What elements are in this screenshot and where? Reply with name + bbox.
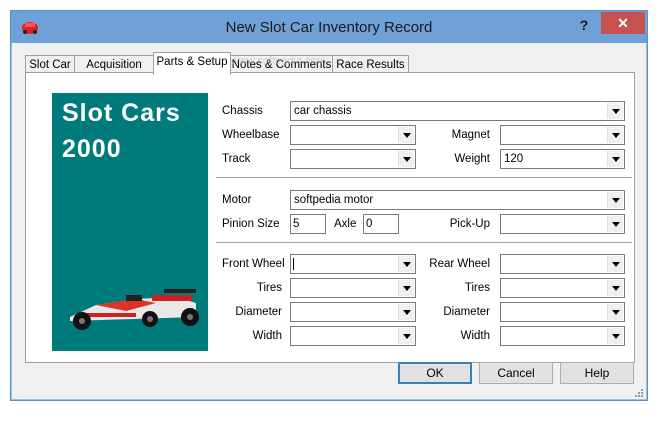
- motor-label: Motor: [222, 194, 252, 206]
- front-wheel-label: Front Wheel: [222, 258, 285, 270]
- rear-width-combo[interactable]: [500, 326, 625, 346]
- ok-button[interactable]: OK: [398, 362, 472, 384]
- pick-up-combo[interactable]: [500, 214, 625, 234]
- chevron-down-icon[interactable]: [398, 151, 414, 167]
- front-width-combo[interactable]: [290, 326, 416, 346]
- front-wheel-combo[interactable]: [290, 254, 416, 274]
- chassis-label: Chassis: [222, 105, 263, 117]
- help-button[interactable]: Help: [560, 362, 634, 384]
- chevron-down-icon[interactable]: [398, 127, 414, 143]
- text-caret: [293, 258, 294, 270]
- rear-diameter-label: Diameter: [443, 306, 490, 318]
- resize-grip-icon[interactable]: [633, 387, 643, 397]
- race-car-image: [70, 289, 199, 330]
- magnet-label: Magnet: [451, 129, 490, 141]
- chevron-down-icon[interactable]: [607, 280, 623, 296]
- magnet-combo[interactable]: [500, 125, 625, 145]
- title-bar[interactable]: New Slot Car Inventory Record ? ✕: [11, 11, 647, 43]
- rear-wheel-combo[interactable]: [500, 254, 625, 274]
- track-label: Track: [222, 153, 251, 165]
- rear-width-label: Width: [460, 330, 490, 342]
- wheelbase-label: Wheelbase: [222, 129, 280, 141]
- parts-setup-panel: Slot Cars 2000 Chassis car chassis Wheel…: [25, 72, 635, 363]
- dialog-window: New Slot Car Inventory Record ? ✕ Slot C…: [10, 10, 648, 401]
- chevron-down-icon[interactable]: [607, 192, 623, 208]
- front-diameter-combo[interactable]: [290, 302, 416, 322]
- chevron-down-icon[interactable]: [398, 280, 414, 296]
- chevron-down-icon[interactable]: [398, 304, 414, 320]
- chevron-down-icon[interactable]: [607, 151, 623, 167]
- separator: [216, 242, 632, 244]
- motor-value: softpedia motor: [294, 194, 374, 206]
- picture-title-line2: 2000: [62, 135, 122, 163]
- front-diameter-label: Diameter: [235, 306, 282, 318]
- weight-label: Weight: [454, 153, 490, 165]
- front-tires-label: Tires: [256, 282, 282, 294]
- rear-diameter-combo[interactable]: [500, 302, 625, 322]
- chassis-combo[interactable]: car chassis: [290, 101, 625, 121]
- wheelbase-combo[interactable]: [290, 125, 416, 145]
- rear-tires-combo[interactable]: [500, 278, 625, 298]
- chevron-down-icon[interactable]: [398, 256, 414, 272]
- tab-parts-setup[interactable]: Parts & Setup: [153, 52, 231, 75]
- window-title: New Slot Car Inventory Record: [225, 19, 433, 36]
- rear-wheel-label: Rear Wheel: [429, 258, 490, 270]
- pick-up-label: Pick-Up: [449, 218, 490, 230]
- chevron-down-icon[interactable]: [398, 328, 414, 344]
- chassis-value: car chassis: [294, 105, 352, 117]
- track-combo[interactable]: [290, 149, 416, 169]
- front-width-label: Width: [252, 330, 282, 342]
- motor-combo[interactable]: softpedia motor: [290, 190, 625, 210]
- pinion-size-label: Pinion Size: [222, 218, 280, 230]
- chevron-down-icon[interactable]: [607, 304, 623, 320]
- front-tires-combo[interactable]: [290, 278, 416, 298]
- chevron-down-icon[interactable]: [607, 216, 623, 232]
- separator: [216, 177, 632, 179]
- chevron-down-icon[interactable]: [607, 256, 623, 272]
- slot-car-picture: Slot Cars 2000: [52, 93, 208, 351]
- chevron-down-icon[interactable]: [607, 328, 623, 344]
- rear-tires-label: Tires: [464, 282, 490, 294]
- softpedia-watermark: www.softpedia.com: [231, 55, 326, 67]
- chevron-down-icon[interactable]: [607, 127, 623, 143]
- axle-label: Axle: [334, 218, 357, 230]
- weight-combo[interactable]: 120: [500, 149, 625, 169]
- axle-field[interactable]: 0: [363, 214, 399, 234]
- picture-title-line1: Slot Cars: [62, 99, 181, 127]
- pinion-size-field[interactable]: 5: [290, 214, 326, 234]
- chevron-down-icon[interactable]: [607, 103, 623, 119]
- help-question-button[interactable]: ?: [573, 15, 595, 35]
- cancel-button[interactable]: Cancel: [479, 362, 553, 384]
- weight-value: 120: [504, 153, 524, 165]
- close-button[interactable]: ✕: [601, 12, 645, 34]
